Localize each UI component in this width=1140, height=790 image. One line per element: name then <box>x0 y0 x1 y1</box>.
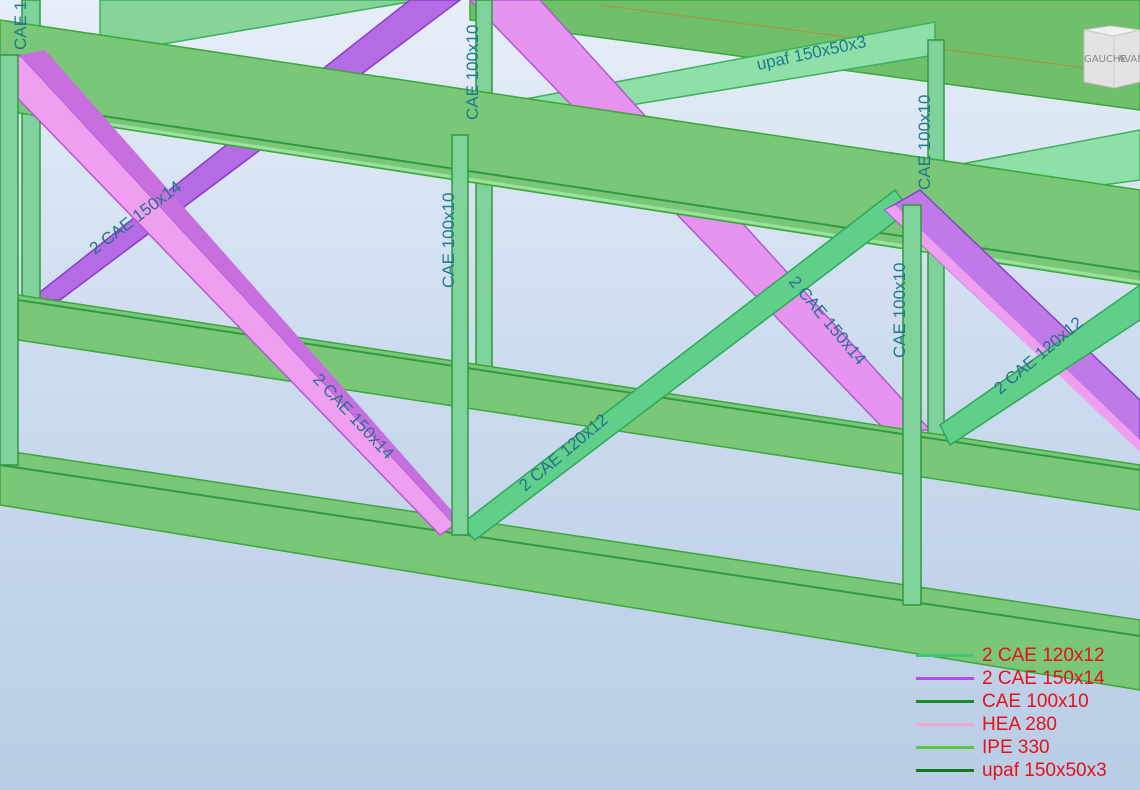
legend-row: 2 CAE 120x12 <box>916 644 1140 667</box>
legend-swatch <box>916 677 974 680</box>
view-cube-icon[interactable]: GAUCHE AVANT <box>1080 22 1140 98</box>
legend-swatch <box>916 723 974 726</box>
legend-label: 2 CAE 150x14 <box>982 667 1105 689</box>
view-cube-front-label[interactable]: AVANT <box>1118 54 1140 65</box>
legend-swatch <box>916 700 974 703</box>
legend-label: CAE 100x10 <box>982 690 1089 712</box>
label-top-left-vertical: CAE 1 <box>11 1 30 50</box>
label-mid-vertical: CAE 100x10 <box>439 193 458 288</box>
label-mid-top-vertical: CAE 100x10 <box>463 25 482 120</box>
legend-swatch <box>916 769 974 772</box>
legend-label: IPE 330 <box>982 736 1050 758</box>
legend-label: 2 CAE 120x12 <box>982 644 1105 666</box>
label-right-mid-vertical: CAE 100x10 <box>890 263 909 358</box>
legend-row: CAE 100x10 <box>916 690 1140 713</box>
legend-label: HEA 280 <box>982 713 1057 735</box>
front-column-left <box>0 54 19 466</box>
legend-row: upaf 150x50x3 <box>916 759 1140 782</box>
label-right-top-vertical: CAE 100x10 <box>915 95 934 190</box>
legend-row: 2 CAE 150x14 <box>916 667 1140 690</box>
legend-swatch <box>916 746 974 749</box>
legend-swatch <box>916 654 974 657</box>
legend-label: upaf 150x50x3 <box>982 759 1107 781</box>
front-bottom-beam-flange <box>0 464 1140 637</box>
legend-row: HEA 280 <box>916 713 1140 736</box>
view-cube[interactable]: GAUCHE AVANT <box>1080 22 1140 98</box>
section-legend: 2 CAE 120x12 2 CAE 150x14 CAE 100x10 HEA… <box>916 644 1140 782</box>
legend-row: IPE 330 <box>916 736 1140 759</box>
